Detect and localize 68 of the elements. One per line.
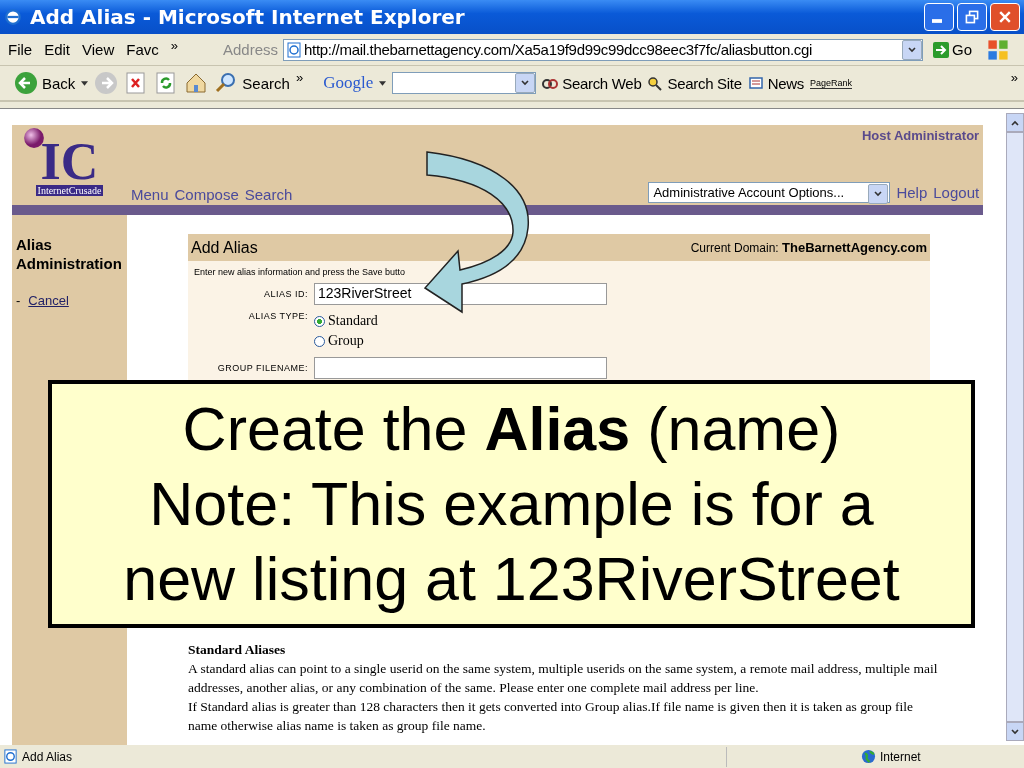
radio-button[interactable] [314,335,325,347]
caret-icon[interactable] [81,80,89,86]
nav-link[interactable]: Compose [174,186,239,203]
scroll-up-button[interactable] [1006,113,1024,132]
home-icon[interactable] [184,71,209,95]
help-paragraph: If Standard alias is greater than 128 characters then it gets converted into Group alias.If file name is given then it is taken as group file name otherwise alias name is taken as group file name. [188,698,914,735]
globe-icon [861,749,876,764]
minimize-button[interactable] [924,3,954,31]
current-domain: Current Domain: TheBarnettAgency.com [690,240,927,255]
close-button[interactable] [990,3,1020,31]
radio-option[interactable]: Standard [314,311,378,331]
search-site-button[interactable]: Search Site [647,74,742,92]
help-paragraph: A standard alias can point to a single userid on the same system, multiple userids on the same system, a remote mail address, multiple mail addresses, another alias, or any combination of the same. Please enter one complete mail address per line. [188,660,938,697]
restore-button[interactable] [957,3,987,31]
radio-button[interactable] [314,315,325,327]
back-button[interactable]: Back [14,71,76,95]
instructions-text: Enter new alias information and press the Save butto [194,267,407,277]
radio-option[interactable]: Group [314,331,378,351]
address-field[interactable]: http://mail.thebarnettagency.com/Xa5a19f9d99c99dcc98eec3f7fc/aliasbutton.cgi [283,38,924,61]
status-text: Add Alias [22,749,74,764]
user-role: Host Administrator [861,128,980,143]
alias-id-field[interactable]: 123RiverStreet [314,283,607,305]
scroll-down-button[interactable] [1006,722,1024,741]
help-heading: Standard Aliases [188,641,287,659]
menu-item[interactable]: View [82,41,115,58]
field-label: ALIAS TYPE: [247,311,309,321]
news-button[interactable]: News [747,74,804,92]
go-button[interactable]: Go [927,40,979,59]
callout-text: Create the Alias (name) [182,393,841,465]
more-chevron[interactable]: » [295,69,304,85]
nav-link[interactable]: Logout [933,184,980,201]
search-web-button[interactable]: Search Web [542,74,642,92]
internetcrusade-logo[interactable]: IC InternetCrusade [12,125,127,205]
more-chevron[interactable]: » [170,38,179,53]
nav-link[interactable]: Help [896,184,928,201]
minimize-icon [932,19,942,23]
pagerank-button[interactable]: PageRank [810,77,853,89]
page-icon [286,41,303,58]
nav-link[interactable]: Menu [131,186,169,203]
magnifier-icon [647,75,664,91]
newspaper-icon [747,75,764,91]
window-title: Add Alias - Microsoft Internet Explorer [30,5,466,29]
account-options-select[interactable]: Administrative Account Options... [648,182,891,203]
caret-icon[interactable] [379,80,387,86]
panel-title: Add Alias [191,238,258,257]
more-chevron[interactable]: » [1010,69,1018,85]
menu-item[interactable]: File [8,41,33,58]
search-field[interactable] [392,72,537,94]
callout-text: Note: This example is for a [149,468,874,540]
address-label: Address [223,41,279,58]
group-filename-field[interactable] [314,357,607,379]
arrow-icon [933,41,950,58]
sidebar-title: Alias Administration [16,235,123,273]
restore-icon [964,9,980,25]
google-logo[interactable]: Google [323,73,374,93]
close-icon [997,9,1013,25]
page-icon [3,749,18,764]
field-label: ALIAS ID: [263,289,309,299]
bullet-dash: - [16,293,21,308]
security-zone: Internet [880,749,922,764]
field-label: GROUP FILENAME: [216,363,309,373]
menu-item[interactable]: Edit [44,41,71,58]
callout-text: new listing at 123RiverStreet [123,543,900,615]
menu-item[interactable]: Favc [126,41,159,58]
cancel-link[interactable]: Cancel [28,293,69,308]
nav-link[interactable]: Search [244,186,293,203]
windows-flag-icon [986,37,1011,62]
search-button[interactable]: Search [214,71,290,95]
